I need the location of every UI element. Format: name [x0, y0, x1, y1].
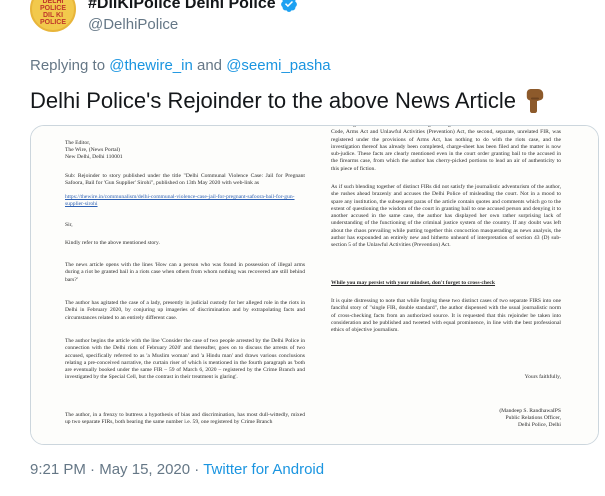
letter-kindly-refer: Kindly refer to the above mentioned stor…	[65, 240, 160, 246]
verified-badge-icon	[280, 0, 297, 12]
letter-paragraph: The author begins the article with the l…	[65, 338, 305, 381]
letter-signature-line: Delhi Police, Delhi	[517, 422, 561, 428]
reply-user-link-seemi[interactable]: @seemi_pasha	[226, 57, 330, 74]
letter-paragraph: The author has agitated the case of a la…	[65, 300, 305, 321]
letter-heading: While you may persist with your mindset,…	[331, 280, 496, 286]
letter-paragraph: It is quite distressing to note that whi…	[331, 298, 561, 334]
tweet-client-link[interactable]: Twitter for Android	[203, 461, 324, 478]
reply-prefix: Replying to	[30, 57, 106, 74]
letter-paragraph: As if such blending together of distinct…	[331, 184, 561, 249]
reply-and: and	[197, 57, 223, 74]
letter-salutation: Sir,	[65, 222, 73, 228]
letter-paragraph: The news article opens with the lines 'H…	[65, 262, 305, 283]
display-name[interactable]: #DilKiPolice Delhi Police	[88, 0, 276, 13]
rejoinder-letter-image: The Editor, The Wire, (News Portal) New …	[31, 126, 598, 444]
letter-paragraph: concerning the facts of this case are be…	[331, 125, 561, 172]
reply-user-link-thewire[interactable]: @thewire_in	[109, 57, 193, 74]
tweet-body: Delhi Police's Rejoinder to the above Ne…	[30, 88, 516, 113]
letter-address-line: New Delhi, Delhi 110001	[65, 154, 123, 160]
letter-closing: Yours faithfully,	[524, 374, 561, 380]
letter-paragraph: The author, in a frenzy to buttress a hy…	[65, 412, 305, 426]
avatar-logo-text: DELHI POLICE DIL KI POLICE	[39, 0, 67, 26]
letter-subject: Sub: Rejoinder to story published under …	[65, 173, 305, 187]
tweet-timestamp-time[interactable]: 9:21 PM	[30, 461, 86, 478]
meta-separator: ·	[194, 461, 200, 478]
tweet-text: Delhi Police's Rejoinder to the above Ne…	[30, 88, 546, 114]
tweet-timestamp-date[interactable]: May 15, 2020	[99, 461, 190, 478]
meta-separator: ·	[90, 461, 96, 478]
letter-subject-link: https://thewire.in/communalism/delhi-com…	[65, 194, 295, 208]
pointing-down-hand-icon	[526, 89, 544, 113]
author-handle[interactable]: @DelhiPolice	[88, 16, 178, 33]
tweet-meta: 9:21 PM · May 15, 2020 · Twitter for And…	[30, 461, 324, 478]
avatar[interactable]: DELHI POLICE DIL KI POLICE	[30, 0, 76, 32]
replying-to: Replying to @thewire_in and @seemi_pasha	[30, 57, 331, 74]
attached-image-card[interactable]: The Editor, The Wire, (News Portal) New …	[30, 125, 599, 445]
author-name-row: #DilKiPolice Delhi Police	[88, 0, 298, 13]
